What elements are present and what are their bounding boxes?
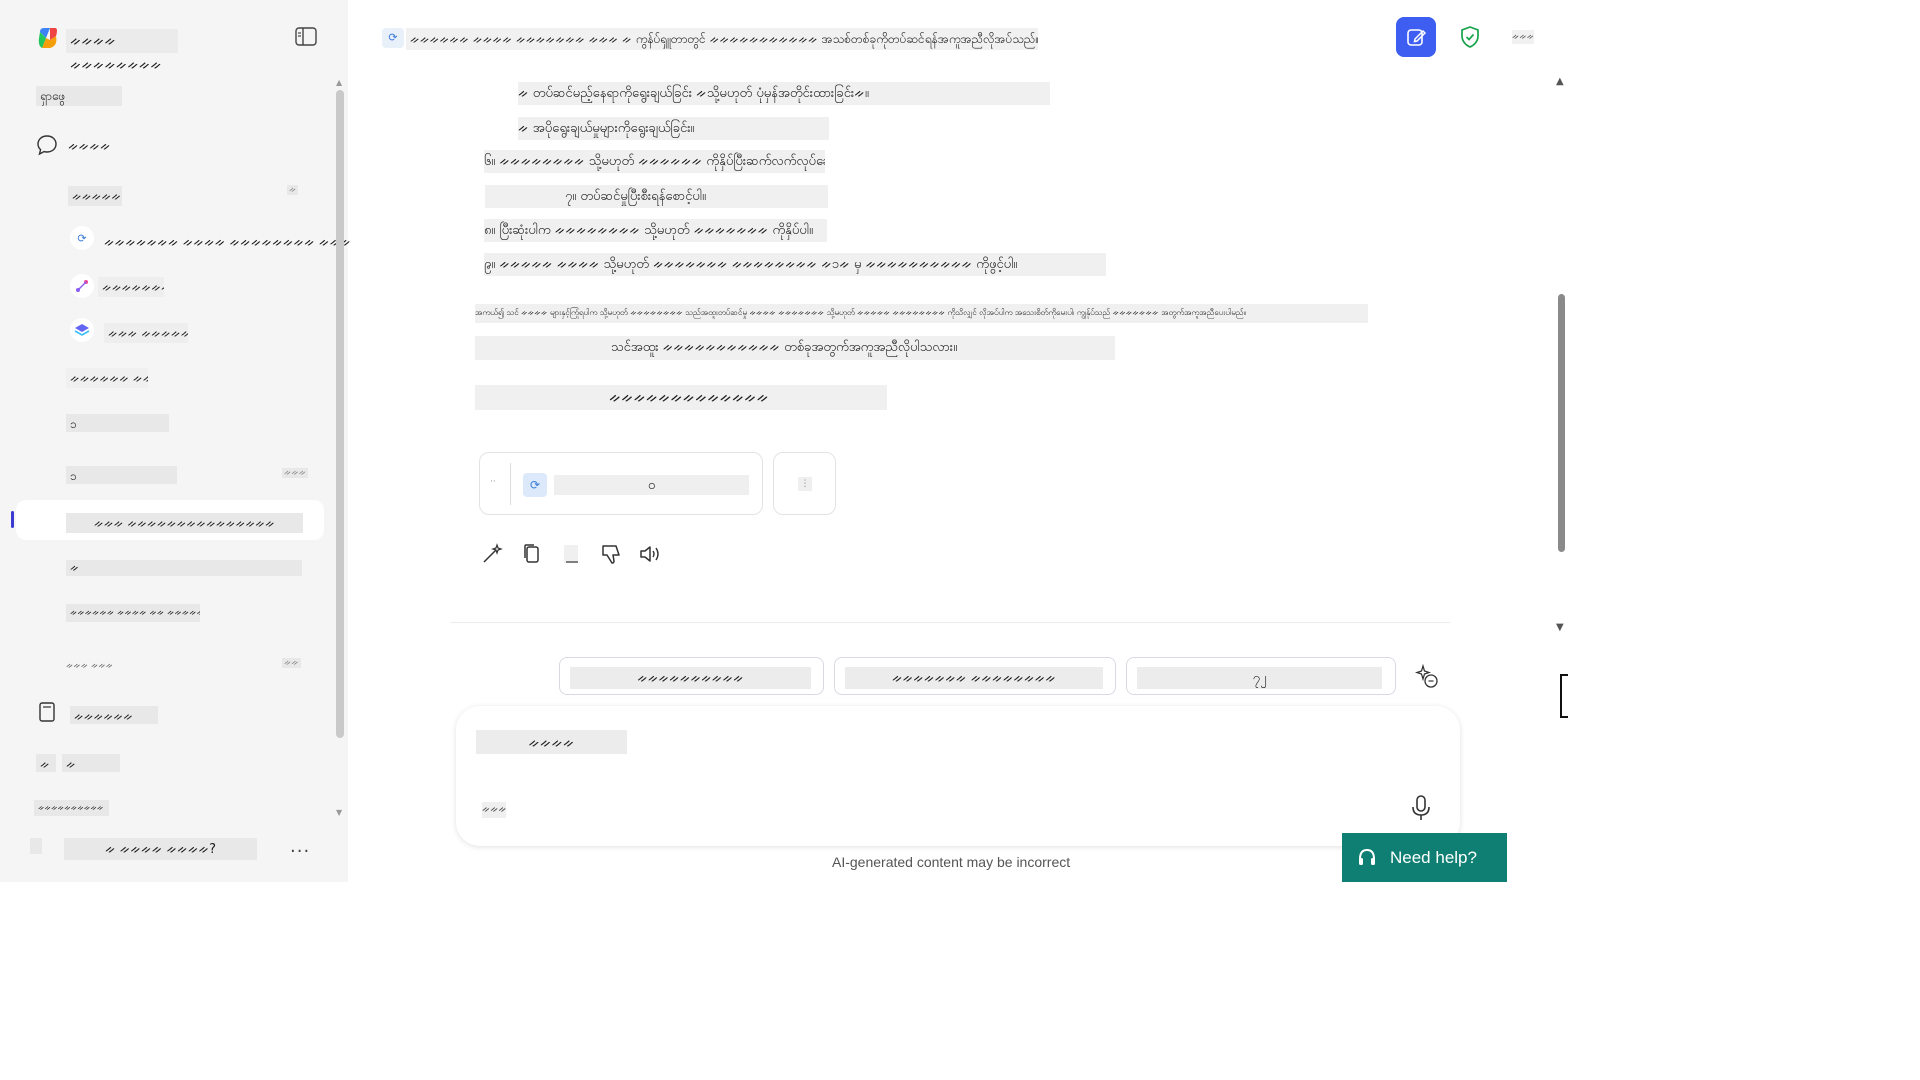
sidebar-notebook[interactable]: ᨀᨀᨀᨀᨀᨀ [70,706,158,724]
card-divider [510,463,511,505]
sidebar-item-d[interactable]: ᨀᨀᨀᨀᨀᨀ ᨀᨀᨀᨀ ᨀᨀ ᨀᨀᨀᨀᨀᨀ [66,604,200,622]
shield-check-icon[interactable] [1458,25,1482,49]
chat-bubble-icon [37,135,57,156]
sidebar-item-chat-1[interactable]: ᨀᨀᨀᨀᨀᨀᨀ ᨀᨀᨀᨀ ᨀᨀᨀᨀᨀᨀᨀᨀ ᨀᨀᨀ [104,233,351,253]
message-note: အကယ်၍ သင် ᨀᨀᨀᨀ များနှင့်ကြုံရပါက သို့မဟု… [475,304,1368,323]
refresh-icon: ⟳ [70,226,94,250]
card-dots-icon: ·· [490,477,496,487]
suggestion-label: ᨀᨀᨀᨀᨀᨀᨀᨀᨀᨀ [570,667,811,689]
active-indicator [11,511,14,528]
suggestion-label: ၇၂ [1137,667,1382,689]
sidebar-item-chat-2[interactable]: ᨀᨀᨀᨀᨀᨀᨀ [98,277,164,297]
source-card-more[interactable]: ⋮ [773,452,836,515]
sidebar-item-chat-3[interactable]: ᨀᨀᨀ ᨀᨀᨀᨀᨀᨀ [104,323,188,343]
recent-badge: ᨀ [287,185,299,195]
sidebar-item-f-icon: ᨀ [36,754,56,772]
app-title: ᨀᨀᨀᨀ ᨀᨀᨀᨀᨀᨀᨀᨀ [66,29,178,73]
speaker-icon[interactable] [638,542,662,566]
sidebar-item-b[interactable]: ၁ [66,466,177,484]
message-line: ၈။ ပြီးဆုံးပါက ᨀᨀᨀᨀᨀᨀᨀᨀ သို့မဟုတ် ᨀᨀᨀᨀᨀᨀ… [484,219,827,242]
sidebar-item-c[interactable]: ᨀ [66,560,302,576]
main-scroll-down-icon[interactable]: ▼ [1556,622,1564,633]
notebook-icon [39,702,55,722]
copy-icon[interactable] [520,542,544,566]
sidebar-scrollbar[interactable] [336,90,344,738]
sidebar-item-e[interactable]: ᨀᨀᨀ ᨀᨀᨀ [66,656,113,676]
suggestion-chip[interactable]: ᨀᨀᨀᨀᨀᨀᨀᨀᨀᨀ [559,657,824,695]
message-line: ၆။ ᨀᨀᨀᨀᨀᨀᨀᨀ သို့မဟုတ် ᨀᨀᨀᨀᨀᨀ ကိုနှိပ်ပြီ… [484,150,825,173]
main-scroll-up-icon[interactable]: ▲ [1556,76,1564,87]
headset-icon [1359,848,1375,865]
text-cursor-icon [1560,674,1568,718]
divider [450,622,1450,623]
new-chat-button[interactable] [1396,17,1436,57]
sidebar-scroll-down-icon[interactable]: ▼ [336,808,342,817]
more-options-icon[interactable]: ... [290,836,310,857]
sidebar-chats[interactable]: ᨀᨀᨀᨀ [68,137,111,157]
card-side-icon: ⋮ [798,477,812,491]
composer-tool-button[interactable]: ᨀᨀᨀ [482,802,507,818]
sidebar-discover[interactable]: ရှာဖွေ [36,86,122,106]
sidebar: ᨀᨀᨀᨀ ᨀᨀᨀᨀᨀᨀᨀᨀ ရှာဖွေ ᨀᨀᨀᨀ ᨀᨀᨀᨀᨀᨀ ᨀ ⟳ ᨀᨀᨀ… [0,0,351,882]
sidebar-item-e-badge: ᨀᨀ [282,658,301,668]
message-heading: ᨀᨀᨀᨀᨀᨀᨀᨀᨀᨀᨀᨀᨀ [475,385,887,410]
source-card[interactable]: ·· ⟳ ဝ [479,452,763,515]
share-icon[interactable] [560,542,584,566]
main-scrollbar[interactable] [1558,294,1565,552]
card-label: ဝ [554,475,749,495]
message-composer[interactable]: ᨀᨀᨀᨀ ᨀᨀᨀ [456,706,1460,846]
message-line: ᨀ တပ်ဆင်မည့်နေရာကိုရွေးချယ်ခြင်း ᨀသို့မဟ… [518,82,1050,105]
footer-question[interactable]: ᨀ ᨀᨀᨀᨀ ᨀᨀᨀᨀ? [64,838,257,860]
compose-icon [1407,29,1427,46]
sidebar-item-g[interactable]: ᨀᨀᨀᨀᨀᨀᨀᨀᨀᨀ [34,800,109,816]
suggestion-chip[interactable]: ၇၂ [1126,657,1396,695]
need-help-label: Need help? [1390,847,1477,867]
header-more-button[interactable]: ᨀᨀᨀ [1512,30,1534,44]
message-line: ၉။ ᨀᨀᨀᨀᨀ ᨀᨀᨀᨀ သို့မဟုတ် ᨀᨀᨀᨀᨀᨀᨀ ᨀᨀᨀᨀᨀᨀᨀᨀ… [484,253,1106,276]
sidebar-item-a[interactable]: ၁ [66,414,169,432]
card-refresh-icon: ⟳ [523,473,547,497]
composer-placeholder[interactable]: ᨀᨀᨀᨀ [476,730,627,754]
sparkle-icon[interactable] [1414,664,1440,690]
sidebar-item-active-label: ᨀᨀᨀ ᨀᨀᨀᨀᨀᨀᨀᨀᨀᨀᨀᨀᨀᨀᨀ [66,513,303,533]
recent-header: ᨀᨀᨀᨀᨀᨀ [68,186,122,206]
thumbs-down-icon[interactable] [599,542,623,566]
sidebar-scroll-up-icon[interactable]: ▲ [336,78,342,87]
sidebar-item-b-badge: ᨀᨀᨀ [282,468,309,478]
conversation-icon: ⟳ [382,28,404,48]
magic-wand-icon[interactable] [480,542,504,566]
conversation-title[interactable]: ᨀᨀᨀᨀᨀᨀ ᨀᨀᨀᨀ ᨀᨀᨀᨀᨀᨀᨀ ᨀᨀᨀ ᨀ ကွန်ပ်ၡူတာတွင်… [406,28,1038,50]
sidebar-item-f[interactable]: ᨀ [62,754,120,772]
suggestion-label: ᨀᨀᨀᨀᨀᨀᨀ ᨀᨀᨀᨀᨀᨀᨀᨀ [845,667,1103,689]
message-line: ၇။ တပ်ဆင်မှုပြီးစီးရန်စောင့်ပါ။ [485,185,828,208]
microphone-icon[interactable] [1409,794,1433,822]
suggestion-chip[interactable]: ᨀᨀᨀᨀᨀᨀᨀ ᨀᨀᨀᨀᨀᨀᨀᨀ [834,657,1116,695]
need-help-button[interactable]: Need help? [1342,833,1507,882]
section-header: ᨀᨀᨀᨀᨀᨀ ᨀᨀᨀᨀᨀ [66,368,148,388]
copilot-logo-icon [38,28,57,48]
message-line: ᨀ အပိုရွေးချယ်မှုများကိုရွေးချယ်ခြင်း။ [518,117,829,140]
disclaimer-text: AI-generated content may be incorrect [832,854,1071,870]
layers-icon [70,318,94,342]
sidebar-toggle-icon[interactable] [294,26,318,48]
graph-icon [70,274,94,298]
message-question: သင်အထူး ᨀᨀᨀᨀᨀᨀᨀᨀᨀᨀᨀ တစ်ခုအတွက်အကူအညီလိုပ… [475,336,1115,360]
footer-icon [30,838,42,854]
